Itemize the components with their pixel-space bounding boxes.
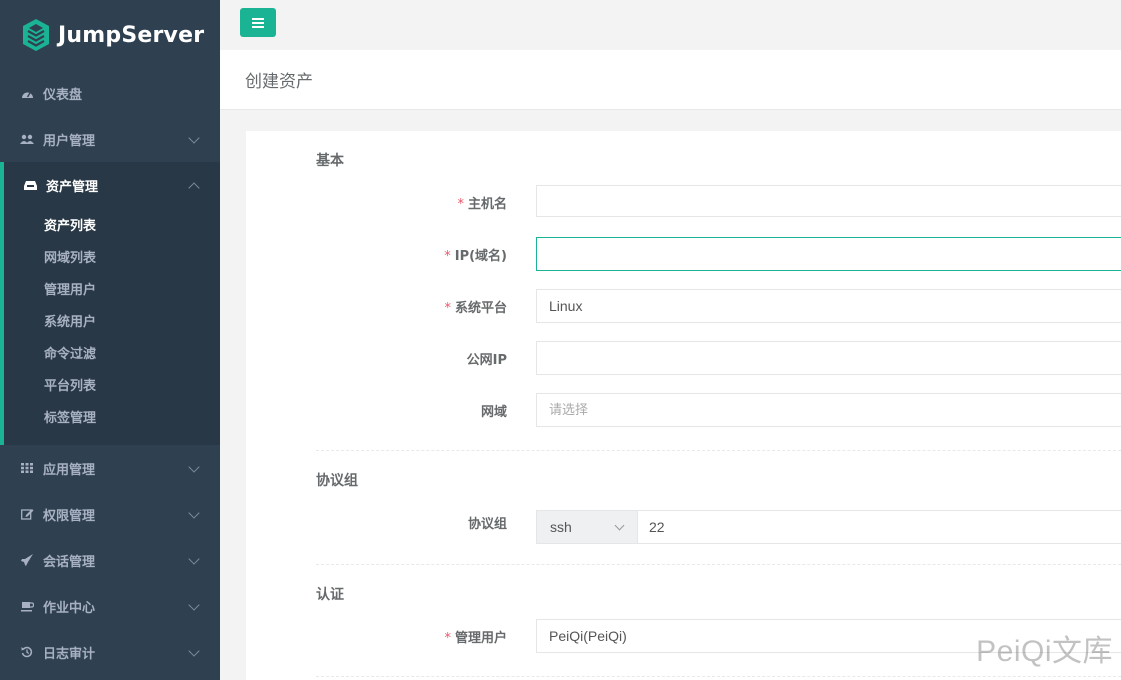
protocol-value: ssh: [550, 519, 572, 535]
users-icon: [20, 132, 34, 146]
top-navbar: [220, 0, 1121, 50]
port-input[interactable]: 22: [638, 510, 1121, 544]
chevron-down-icon: [188, 645, 200, 657]
sidebar-item-sessions[interactable]: 会话管理: [0, 537, 220, 583]
coffee-icon: [20, 599, 34, 613]
sidebar-group-assets: 资产管理 资产列表 网域列表 管理用户 系统用户 命令过滤 平台列表 标签管理: [0, 162, 220, 445]
public-ip-input[interactable]: [536, 341, 1121, 375]
watermark: PeiQi文库: [976, 635, 1113, 668]
chevron-down-icon: [188, 599, 200, 611]
sidebar-item-jobs[interactable]: 作业中心: [0, 583, 220, 629]
domain-label: 网域: [480, 405, 507, 420]
inbox-icon: [23, 178, 37, 192]
public-ip-label: 公网IP: [466, 353, 507, 368]
sidebar-item-permissions[interactable]: 权限管理: [0, 491, 220, 537]
chevron-up-icon: [188, 182, 200, 194]
section-basic-title: 基本: [316, 153, 344, 169]
sidebar-item-users[interactable]: 用户管理: [0, 116, 220, 162]
sidebar-item-label: 权限管理: [43, 508, 96, 524]
protocol-select[interactable]: ssh: [536, 510, 638, 544]
divider: [316, 450, 1121, 451]
sidebar-item-applications[interactable]: 应用管理: [0, 445, 220, 491]
jumpserver-logo-icon: [23, 19, 49, 51]
sidebar-item-label: 应用管理: [43, 462, 96, 478]
rocket-icon: [20, 553, 34, 567]
dashboard-icon: [20, 86, 34, 100]
chevron-down-icon: [188, 132, 200, 144]
sidebar-item-dashboard[interactable]: 仪表盘: [0, 70, 220, 116]
platform-select[interactable]: Linux: [536, 289, 1121, 323]
submenu-item-command-filter[interactable]: 命令过滤: [4, 336, 220, 368]
domain-select[interactable]: 请选择: [536, 393, 1121, 427]
hamburger-icon: [252, 17, 264, 28]
chevron-down-icon: [188, 553, 200, 565]
chevron-down-icon: [188, 461, 200, 473]
toggle-sidebar-button[interactable]: [240, 8, 276, 37]
sidebar-item-assets[interactable]: 资产管理: [4, 162, 220, 208]
divider: [316, 676, 1121, 677]
hostname-label: * 主机名: [457, 197, 507, 212]
edit-icon: [20, 507, 34, 521]
submenu-item-asset-list[interactable]: 资产列表: [4, 208, 220, 240]
submenu-item-label-manage[interactable]: 标签管理: [4, 400, 220, 432]
submenu: 资产列表 网域列表 管理用户 系统用户 命令过滤 平台列表 标签管理: [4, 208, 220, 445]
logo[interactable]: JumpServer: [0, 0, 220, 70]
sidebar-item-label: 用户管理: [43, 133, 96, 149]
sidebar-item-label: 会话管理: [43, 554, 96, 570]
page-heading: 创建资产: [220, 50, 1121, 110]
grid-icon: [20, 461, 34, 475]
create-asset-form: 基本 * 主机名 * IP(域名) * 系统平台 Linux 公网IP 网域 请选择 …: [246, 131, 1121, 680]
chevron-down-icon: [188, 507, 200, 519]
sidebar-item-label: 资产管理: [46, 179, 99, 195]
protocol-label: 协议组: [467, 517, 507, 532]
page-title: 创建资产: [245, 72, 313, 92]
admin-user-label: * 管理用户: [444, 631, 507, 646]
chevron-down-icon: [614, 520, 625, 531]
sidebar: JumpServer 仪表盘 用户管理 资产管理 资产列表 网域列表 管理用户 …: [0, 0, 220, 680]
platform-label: * 系统平台: [444, 301, 507, 316]
hostname-input[interactable]: [536, 185, 1121, 217]
section-auth-title: 认证: [316, 587, 344, 603]
sidebar-item-audit[interactable]: 日志审计: [0, 629, 220, 675]
history-icon: [20, 645, 34, 659]
submenu-item-admin-user[interactable]: 管理用户: [4, 272, 220, 304]
submenu-item-domain-list[interactable]: 网域列表: [4, 240, 220, 272]
ip-label: * IP(域名): [444, 249, 507, 264]
submenu-item-platform-list[interactable]: 平台列表: [4, 368, 220, 400]
ip-input[interactable]: [536, 237, 1121, 271]
divider: [316, 564, 1121, 565]
sidebar-item-label: 日志审计: [43, 646, 96, 662]
submenu-item-system-user[interactable]: 系统用户: [4, 304, 220, 336]
brand-name: JumpServer: [58, 22, 205, 48]
section-protocol-title: 协议组: [316, 473, 358, 489]
sidebar-item-label: 仪表盘: [43, 87, 83, 103]
sidebar-item-label: 作业中心: [43, 600, 96, 616]
